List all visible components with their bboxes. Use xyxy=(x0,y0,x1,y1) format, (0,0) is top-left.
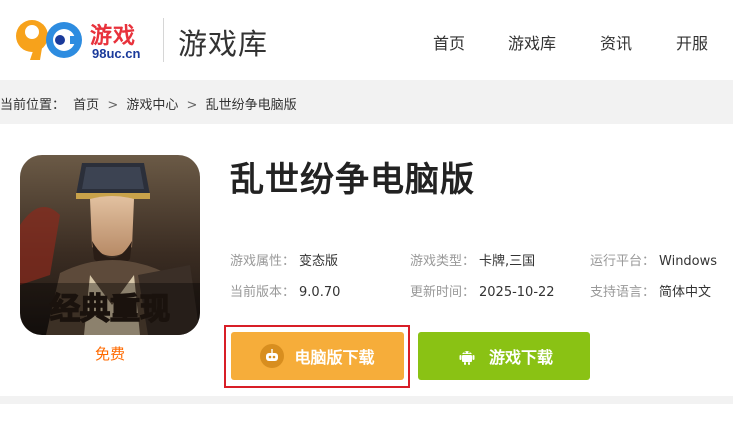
info-value: 变态版 xyxy=(299,254,339,269)
info-value: 卡牌,三国 xyxy=(479,254,536,269)
info-key: 更新时间： xyxy=(410,285,476,300)
info-key: 游戏属性： xyxy=(230,254,296,269)
game-download-button[interactable]: 游戏下载 xyxy=(418,332,590,380)
info-game-type: 游戏类型： 卡牌,三国 xyxy=(410,250,535,269)
nav-item-server[interactable]: 开服 xyxy=(676,30,708,54)
game-icon-art: 经典重现 xyxy=(20,155,200,335)
info-language: 支持语言： 简体中文 xyxy=(590,281,711,300)
breadcrumb-game-center[interactable]: 游戏中心 xyxy=(126,98,178,113)
info-key: 运行平台： xyxy=(590,254,656,269)
info-key: 游戏类型： xyxy=(410,254,476,269)
next-section-strip xyxy=(0,404,733,441)
info-key: 支持语言： xyxy=(590,285,656,300)
info-update-time: 更新时间： 2025-10-22 xyxy=(410,281,555,300)
info-platform: 运行平台： Windows xyxy=(590,250,717,269)
info-value: 9.0.70 xyxy=(299,285,341,300)
highlight-box xyxy=(224,325,410,388)
android-icon xyxy=(455,344,479,368)
nav-item-news[interactable]: 资讯 xyxy=(600,30,632,54)
info-value: Windows xyxy=(659,254,718,269)
logo-domain-text: 98uc.cn xyxy=(92,46,141,61)
breadcrumb-home[interactable]: 首页 xyxy=(73,98,99,113)
game-title: 乱世纷争电脑版 xyxy=(230,160,475,200)
game-download-label: 游戏下载 xyxy=(488,348,553,367)
breadcrumb-current: 乱世纷争电脑版 xyxy=(205,98,297,113)
game-icon-caption: 经典重现 xyxy=(50,292,170,327)
price-label: 免费 xyxy=(94,345,125,363)
site-logo[interactable]: 游戏 98uc.cn xyxy=(10,12,145,68)
section-title: 游戏库 xyxy=(178,27,269,61)
nav-item-game-library[interactable]: 游戏库 xyxy=(508,30,556,54)
logo-98-icon xyxy=(16,20,82,60)
info-value: 简体中文 xyxy=(659,285,712,300)
info-value: 2025-10-22 xyxy=(479,285,555,300)
nav-item-home[interactable]: 首页 xyxy=(433,30,465,54)
info-version: 当前版本： 9.0.70 xyxy=(230,281,340,300)
header-divider xyxy=(163,18,164,62)
info-key: 当前版本： xyxy=(230,285,296,300)
site-header: 游戏 98uc.cn 游戏库 首页 游戏库 资讯 开服 xyxy=(0,0,733,80)
info-game-attribute: 游戏属性： 变态版 xyxy=(230,250,338,269)
breadcrumb-separator: > xyxy=(107,98,119,113)
breadcrumb: 当前位置： 首页 > 游戏中心 > 乱世纷争电脑版 xyxy=(0,94,301,113)
breadcrumb-separator: > xyxy=(186,98,198,113)
breadcrumb-prefix: 当前位置： xyxy=(0,98,66,113)
game-icon[interactable]: 经典重现 xyxy=(20,155,200,335)
